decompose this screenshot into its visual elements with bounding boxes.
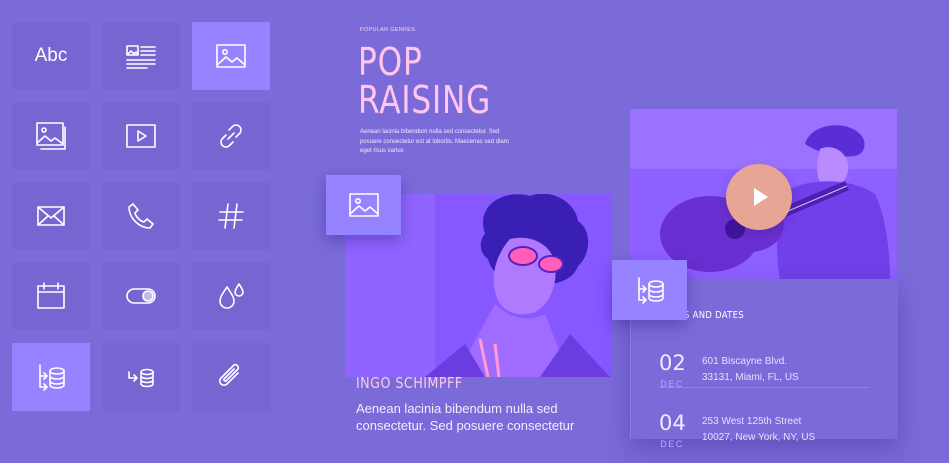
toggle-icon <box>126 288 156 304</box>
data-source-icon <box>637 277 664 304</box>
gallery-icon <box>36 122 66 150</box>
tour-date-month: DEC <box>660 439 684 449</box>
image-tile[interactable] <box>192 22 270 90</box>
toggle-tile[interactable] <box>102 262 180 330</box>
water-drops-icon <box>219 283 244 309</box>
image-drop-chip[interactable] <box>326 175 401 235</box>
tour-date-row[interactable]: 02 DEC 601 Biscayne Blvd. 33131, Miami, … <box>659 351 889 403</box>
attachment-tile[interactable] <box>192 343 270 411</box>
data-merge-tile[interactable] <box>102 343 180 411</box>
text-tile[interactable]: Abc <box>12 22 90 90</box>
link-tile[interactable] <box>192 102 270 170</box>
tour-date-address-line1: 601 Biscayne Blvd. <box>702 356 788 367</box>
image-icon <box>216 44 246 68</box>
phone-icon <box>128 203 154 229</box>
link-icon <box>220 124 242 148</box>
text-with-image-icon <box>126 45 156 69</box>
play-icon <box>754 188 768 206</box>
drops-tile[interactable] <box>192 262 270 330</box>
tour-date-address: 601 Biscayne Blvd. 33131, Miami, FL, US <box>702 354 799 386</box>
widget-palette: Abc <box>0 0 300 433</box>
hero-kicker: POPULAR GENRES <box>360 27 416 33</box>
tour-date-row[interactable]: 04 DEC 253 West 125th Street 10027, New … <box>659 411 889 463</box>
calendar-icon <box>37 282 65 309</box>
hero-title: POP RAISING <box>358 43 491 119</box>
abc-text-icon: Abc <box>34 45 68 66</box>
data-merge-icon <box>128 368 154 388</box>
data-source-icon <box>39 364 65 391</box>
envelope-icon <box>37 206 65 226</box>
hero-title-line-2: RAISING <box>358 78 492 122</box>
calendar-tile[interactable] <box>12 262 90 330</box>
tour-date-divider <box>659 387 869 388</box>
video-play-button[interactable] <box>726 164 792 230</box>
tour-date-day: 02 <box>659 351 686 375</box>
hashtag-tile[interactable] <box>192 182 270 250</box>
data-source-tile[interactable] <box>12 343 90 411</box>
email-tile[interactable] <box>12 182 90 250</box>
video-play-icon <box>126 124 156 148</box>
data-source-drop-chip[interactable] <box>612 260 687 320</box>
phone-tile[interactable] <box>102 182 180 250</box>
video-tile[interactable] <box>102 102 180 170</box>
hero-intro-text: Aenean lacinia bibendum nulla sed consec… <box>360 129 509 155</box>
tour-date-address-line2: 10027, New York, NY, US <box>702 432 816 443</box>
hero-title-line-1: POP <box>358 40 423 84</box>
tour-date-address: 253 West 125th Street 10027, New York, N… <box>702 414 815 446</box>
tour-date-day: 04 <box>659 411 686 435</box>
gallery-tile[interactable] <box>12 102 90 170</box>
hashtag-icon <box>218 203 244 229</box>
artist-name: INGO SCHIMPFF <box>356 374 463 392</box>
image-icon <box>348 193 379 217</box>
tour-date-address-line2: 33131, Miami, FL, US <box>702 372 799 383</box>
tour-date-address-line1: 253 West 125th Street <box>702 416 802 427</box>
paperclip-icon <box>218 363 240 387</box>
text-image-tile[interactable] <box>102 22 180 90</box>
artist-bio: Aenean lacinia bibendum nulla sed consec… <box>356 401 575 433</box>
